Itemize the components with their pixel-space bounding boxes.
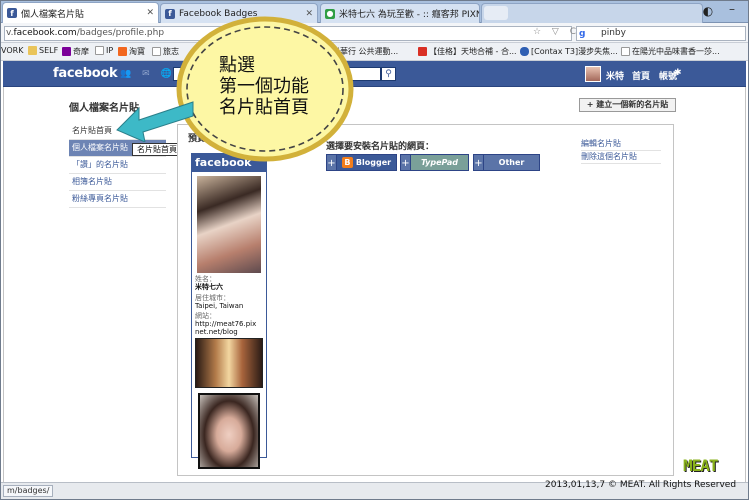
badge-city-label: 居住城市： [195, 294, 230, 302]
tab-label: 個人檔案名片貼 [21, 9, 85, 20]
meat-logo: MEAT [683, 456, 719, 475]
facebook-logo[interactable]: facebook [53, 66, 118, 81]
other-pill: Other [484, 154, 540, 171]
bookmark-label: 奇摩 [73, 47, 89, 56]
facebook-favicon-icon: f [7, 8, 17, 18]
badge-content-panel: 預覽 選擇要安裝名片貼的網頁： + B Blogger + TypePad + O… [177, 124, 674, 476]
sidebar-item-page-badge[interactable]: 粉絲專頁名片貼 [69, 191, 166, 208]
profile-link[interactable]: 米特 [606, 69, 624, 82]
tab-profile-badges[interactable]: f 個人檔案名片貼 ✕ [2, 2, 159, 23]
window-minimize-icon[interactable]: – [722, 3, 742, 18]
browser-menu-icon[interactable]: ◐ [700, 4, 716, 18]
yahoo-icon [62, 47, 71, 56]
callout-line: 名片貼首頁 [219, 97, 309, 118]
badge-name-value: 米特七六 [195, 283, 223, 291]
callout-arrow-icon [116, 101, 194, 142]
tab-bar: f 個人檔案名片貼 ✕ f Facebook Badges ✕ ● 米特七六 為… [0, 0, 749, 23]
sidebar-item-like-badge[interactable]: 「讚」的名片貼 [69, 157, 166, 174]
callout-line: 點選 [219, 55, 255, 76]
badge-actions: 編輯名片貼 刪除這個名片貼 [581, 138, 661, 164]
other-label: Other [498, 158, 525, 167]
search-icon[interactable]: ⚲ [381, 67, 396, 81]
google-icon: g [579, 29, 586, 39]
bookmark-sunlight[interactable]: 在陽光中品味書香一莎... [621, 46, 720, 57]
profile-photo [197, 176, 261, 273]
avatar[interactable] [585, 66, 601, 82]
close-tab-icon[interactable]: ✕ [142, 8, 154, 18]
bookmark-ip[interactable]: IP [95, 46, 113, 55]
new-tab-button[interactable] [484, 6, 508, 20]
typepad-pill: TypePad [411, 154, 469, 171]
bookmark-label: SELF [39, 46, 59, 55]
bookmark-yahoo[interactable]: 奇摩 [62, 46, 89, 57]
navigation-bar: v.facebook.com/badges/profile.php ☆ ▽ C … [0, 23, 749, 43]
url-path: /badges/profile.php [76, 28, 165, 38]
blogger-label: Blogger [355, 158, 392, 167]
bookmark-label: 在陽光中品味書香一莎... [632, 47, 720, 56]
facebook-header: facebook 👥 ✉ 🌐 ⚲ 米特 首頁 帳號 ✱ [3, 61, 746, 87]
badge-site-label: 網站： [195, 312, 216, 320]
bookmark-vork[interactable]: VORK [1, 46, 23, 55]
edit-badge-link[interactable]: 編輯名片貼 [581, 138, 661, 151]
callout-line: 第一個功能 [219, 76, 309, 97]
install-other-button[interactable]: + Other [473, 154, 540, 171]
url-domain: facebook.com [13, 28, 77, 38]
bookmark-label: VORK [1, 46, 24, 55]
home-link[interactable]: 首頁 [632, 69, 650, 82]
install-typepad-button[interactable]: + TypePad [400, 154, 469, 171]
bookmark-label: 淘寶 [129, 47, 145, 56]
bookmark-self[interactable]: SELF [28, 46, 58, 55]
sidebar-item-photo-badge[interactable]: 相簿名片貼 [69, 174, 166, 191]
badge-site-value-1: http://meat76.pix [195, 320, 257, 328]
callout-text: 點選 第一個功能 名片貼首頁 [219, 55, 339, 118]
url-prefix: v. [6, 28, 14, 38]
taobao-icon [118, 47, 127, 56]
status-url: m/badges/ [3, 485, 54, 497]
page-body: 個人檔案名片貼 + 建立一個新的名片貼 名片貼首頁 個人檔案名片貼 「讚」的名片… [3, 87, 746, 482]
tab-label: 米特七六 為玩至歡 - :: 癮客邦 PIXNE... [339, 10, 479, 20]
plus-icon: + [473, 154, 484, 171]
tab-blank-area[interactable] [481, 3, 703, 23]
bookmarks-bar: VORK SELF 奇摩 IP 淘寶 旅志 光華行 公共運動... 【佳格】天地… [0, 43, 749, 61]
delete-badge-link[interactable]: 刪除這個名片貼 [581, 151, 661, 164]
search-input[interactable]: g pinby [576, 26, 746, 41]
bookmark-taobao[interactable]: 淘寶 [118, 46, 145, 57]
search-value: pinby [601, 28, 626, 38]
typepad-label: TypePad [421, 158, 458, 167]
gear-icon[interactable]: ✱ [674, 68, 682, 78]
page-icon [95, 46, 104, 55]
badge-city-value: Taipei, Taiwan [195, 302, 244, 310]
badge-preview: facebook 姓名： 米特七六 居住城市： Taipei, Taiwan 網… [191, 153, 267, 469]
page-icon [152, 47, 161, 56]
page-icon [621, 47, 630, 56]
folder-icon [28, 46, 37, 55]
bookmark-gmail[interactable]: 【佳格】天地合補 - 合... [418, 46, 517, 57]
bookmark-label: IP [106, 46, 114, 55]
gmail-icon [418, 47, 427, 56]
group-photo [195, 338, 263, 388]
badge-site-value-2: net.net/blog [195, 328, 238, 336]
bookmark-contax[interactable]: [Contax T3]漫步失焦... [520, 46, 618, 57]
portrait-photo [198, 393, 260, 469]
bookmark-label: 【佳格】天地合補 - 合... [429, 47, 517, 56]
url-controls[interactable]: ☆ ▽ C [533, 27, 580, 37]
copyright-text: 2013,01,13,7 © MEAT. All Rights Reserved [545, 480, 737, 490]
plus-icon: + [400, 154, 411, 171]
create-badge-button[interactable]: + 建立一個新的名片貼 [579, 98, 676, 112]
notification-jewels-icon[interactable]: 👥 ✉ 🌐 [120, 69, 176, 79]
blog-icon [520, 47, 529, 56]
bookmark-label: [Contax T3]漫步失焦... [531, 47, 618, 56]
badge-name-label: 姓名： [195, 275, 216, 283]
